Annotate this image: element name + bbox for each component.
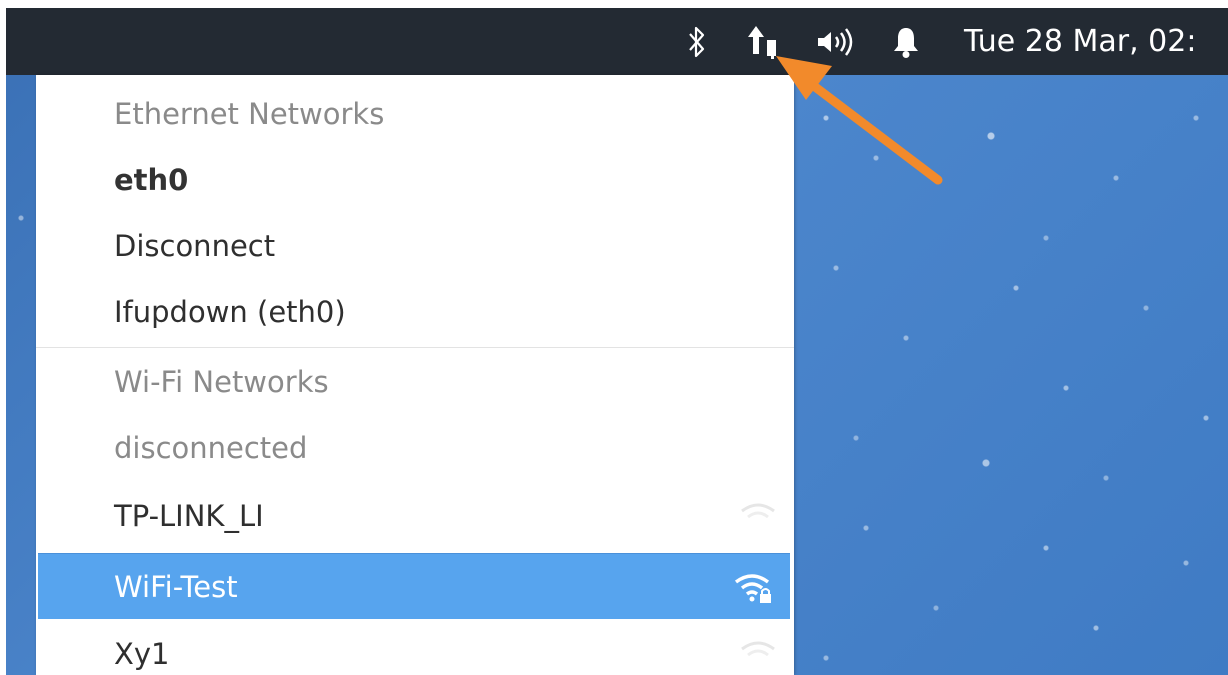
network-icon[interactable] (744, 22, 788, 62)
wifi-networks-header: Wi-Fi Networks (114, 365, 329, 399)
bluetooth-icon[interactable] (684, 22, 710, 62)
ethernet-device-label: eth0 (114, 163, 189, 197)
wifi-network-ssid: WiFi-Test (114, 570, 238, 604)
wifi-network-ssid: Xy1 (114, 637, 170, 671)
wifi-signal-weak-icon (741, 641, 775, 657)
wifi-network-item[interactable]: Xy1 (36, 621, 794, 675)
wifi-network-item[interactable]: TP-LINK_LI (36, 483, 794, 549)
volume-icon[interactable] (814, 22, 858, 62)
wifi-signal-weak-icon (741, 503, 775, 519)
ethernet-networks-header: Ethernet Networks (114, 97, 385, 131)
top-panel: Tue 28 Mar, 02: (6, 8, 1228, 75)
disconnect-menu-item[interactable]: Disconnect (36, 213, 794, 279)
wifi-network-item-selected[interactable]: WiFi-Test (38, 553, 790, 619)
ethernet-connection-menu-item[interactable]: Ifupdown (eth0) (36, 279, 794, 345)
desktop: Tue 28 Mar, 02: Ethernet Networks eth0 D… (6, 8, 1228, 675)
notification-bell-icon[interactable] (888, 22, 924, 62)
wifi-status-label: disconnected (114, 431, 308, 465)
network-menu: Ethernet Networks eth0 Disconnect Ifupdo… (36, 75, 794, 675)
menu-separator (36, 347, 794, 348)
clock[interactable]: Tue 28 Mar, 02: (964, 20, 1196, 64)
wifi-network-ssid: TP-LINK_LI (114, 499, 264, 533)
wifi-signal-secured-icon (734, 574, 771, 603)
